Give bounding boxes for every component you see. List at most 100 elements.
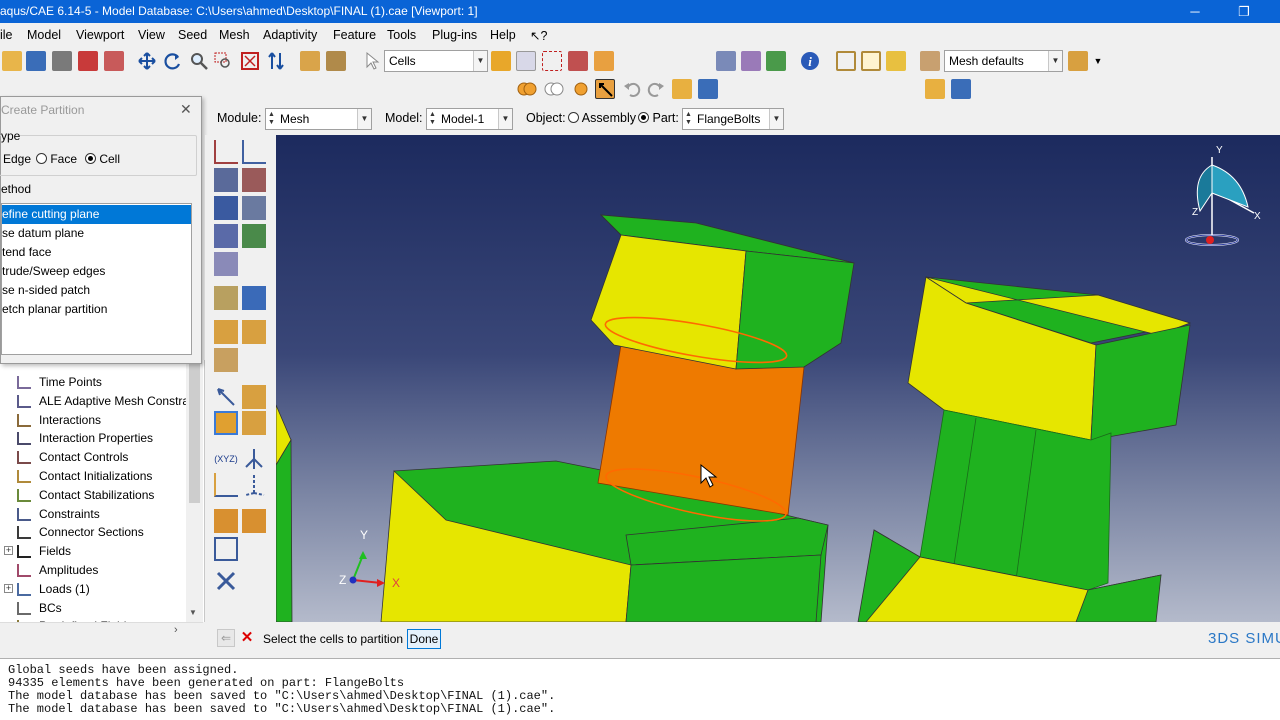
tree-horizontal-scrollbar[interactable]: › [0,622,203,638]
tree-item[interactable]: Constraints [0,505,186,523]
measure-icon[interactable] [326,51,346,71]
method-item[interactable]: tend face [2,243,191,262]
dropdown-arrow-icon[interactable]: ▼ [1088,51,1108,71]
tree-item[interactable]: Time Points [0,373,186,391]
model-select[interactable]: ▲ ▼ Model-1 ▼ [426,108,513,130]
delete-seeds-icon[interactable] [214,168,238,192]
tools-icon[interactable] [214,569,238,593]
feature-manager-alt-icon[interactable] [242,509,266,533]
method-item[interactable]: trude/Sweep edges [2,262,191,281]
method-item[interactable]: etch planar partition [2,300,191,319]
tree-item[interactable]: Interaction Properties [0,429,186,447]
render-wireframe-icon[interactable] [716,51,736,71]
part-display-icon[interactable] [925,79,945,99]
view-iso-icon[interactable] [836,51,856,71]
export-icon[interactable] [78,51,98,71]
mesh-stats-icon[interactable] [242,286,266,310]
manager-icon[interactable] [698,79,718,99]
expand-icon[interactable]: + [4,583,13,593]
menu-view[interactable]: View [138,28,165,42]
render-shaded-icon[interactable] [766,51,786,71]
seed-part-icon[interactable] [214,140,238,164]
method-item[interactable]: se n-sided patch [2,281,191,300]
select-exterior-icon[interactable] [516,51,536,71]
selection-filter-select[interactable]: Cells ▼ [384,50,488,72]
tree-item[interactable]: + Fields [0,542,186,560]
tree-item[interactable]: Contact Controls [0,448,186,466]
rotate-icon[interactable] [163,51,183,71]
color-options-icon[interactable] [1068,51,1088,71]
zoom-icon[interactable] [189,51,209,71]
tree-item[interactable]: Interactions [0,411,186,429]
drag-shape-icon[interactable] [542,51,562,71]
scroll-down-icon[interactable]: ▼ [189,608,197,617]
datum-csys-alt-icon[interactable] [242,473,266,497]
redo-icon[interactable] [646,79,666,99]
method-item[interactable]: efine cutting plane [2,205,191,224]
partition-edge-icon[interactable] [214,320,238,344]
mesh-part-icon[interactable] [214,224,238,248]
save-image-icon[interactable] [104,51,124,71]
tree-item[interactable]: + Loads (1) [0,580,186,598]
cursor-selection-icon[interactable] [595,79,615,99]
undo-icon[interactable] [622,79,642,99]
scrollbar-thumb[interactable] [189,360,200,503]
back-arrow-icon[interactable]: ⇐ [217,629,235,647]
datum-plane-icon[interactable] [242,385,266,409]
color-code-icon[interactable] [920,51,940,71]
close-icon[interactable]: ✕ [180,101,192,118]
tree-item[interactable]: Connector Sections [0,523,186,541]
pan-icon[interactable] [137,51,157,71]
done-button[interactable]: Done [407,629,441,649]
box-zoom-icon[interactable] [213,51,233,71]
restore-button[interactable]: ❐ [1221,0,1267,23]
print-icon[interactable] [52,51,72,71]
module-select[interactable]: ▲ ▼ Mesh ▼ [265,108,372,130]
type-edge-radio[interactable]: Edge [3,152,31,166]
boolean-union-icon[interactable] [516,79,537,99]
type-face-radio[interactable]: Face [36,152,77,166]
message-area[interactable]: Global seeds have been assigned. 94335 e… [0,658,1280,720]
context-help-icon[interactable]: ↖? [530,28,547,43]
view-front-icon[interactable] [861,51,881,71]
menu-feature[interactable]: Feature [333,28,376,42]
menu-adaptivity[interactable]: Adaptivity [263,28,317,42]
datum-point-icon[interactable] [214,385,238,409]
part-radio[interactable]: Part: [638,111,679,125]
cancel-icon[interactable]: ✕ [238,629,256,647]
part-select[interactable]: ▲ ▼ FlangeBolts ▼ [682,108,784,130]
select-arrow-icon[interactable] [362,51,382,71]
mesh-associate-icon[interactable] [214,537,238,561]
minimize-button[interactable]: ─ [1172,0,1218,23]
info-icon[interactable]: i [800,51,820,71]
select-from-all-icon[interactable] [491,51,511,71]
render-hidden-icon[interactable] [741,51,761,71]
element-type-icon[interactable] [242,196,266,220]
scroll-right-icon[interactable]: › [174,624,178,636]
tree-item[interactable]: ALE Adaptive Mesh Constrai [0,392,192,410]
assembly-icon[interactable] [672,79,692,99]
partition-cell-alt-icon[interactable] [242,411,266,435]
mesh-region-icon[interactable] [214,252,238,276]
expand-icon[interactable]: + [4,546,13,556]
partition-cell-icon[interactable] [214,411,238,435]
edit-mesh-icon[interactable] [214,286,238,310]
verify-mesh-icon[interactable] [242,224,266,248]
menu-help[interactable]: Help [490,28,516,42]
datum-axis-icon[interactable] [242,447,266,471]
virtual-topology-icon[interactable] [214,348,238,372]
color-mapping-select[interactable]: Mesh defaults ▼ [944,50,1063,72]
view-top-icon[interactable] [886,51,906,71]
model-canvas[interactable]: Y X Z Y X Z [276,135,1280,622]
tree-item[interactable]: Contact Initializations [0,467,186,485]
boolean-intersect-icon[interactable] [571,79,591,99]
menu-viewport[interactable]: Viewport [76,28,124,42]
datum-csys-icon[interactable] [214,473,238,497]
feature-manager-icon[interactable] [214,509,238,533]
assign-controls-icon[interactable] [214,196,238,220]
menu-seed[interactable]: Seed [178,28,207,42]
type-cell-radio[interactable]: Cell [85,152,120,166]
viewport[interactable]: Y X Z Y X Z [276,135,1280,622]
partition-face-icon[interactable] [242,320,266,344]
menu-tools[interactable]: Tools [387,28,416,42]
